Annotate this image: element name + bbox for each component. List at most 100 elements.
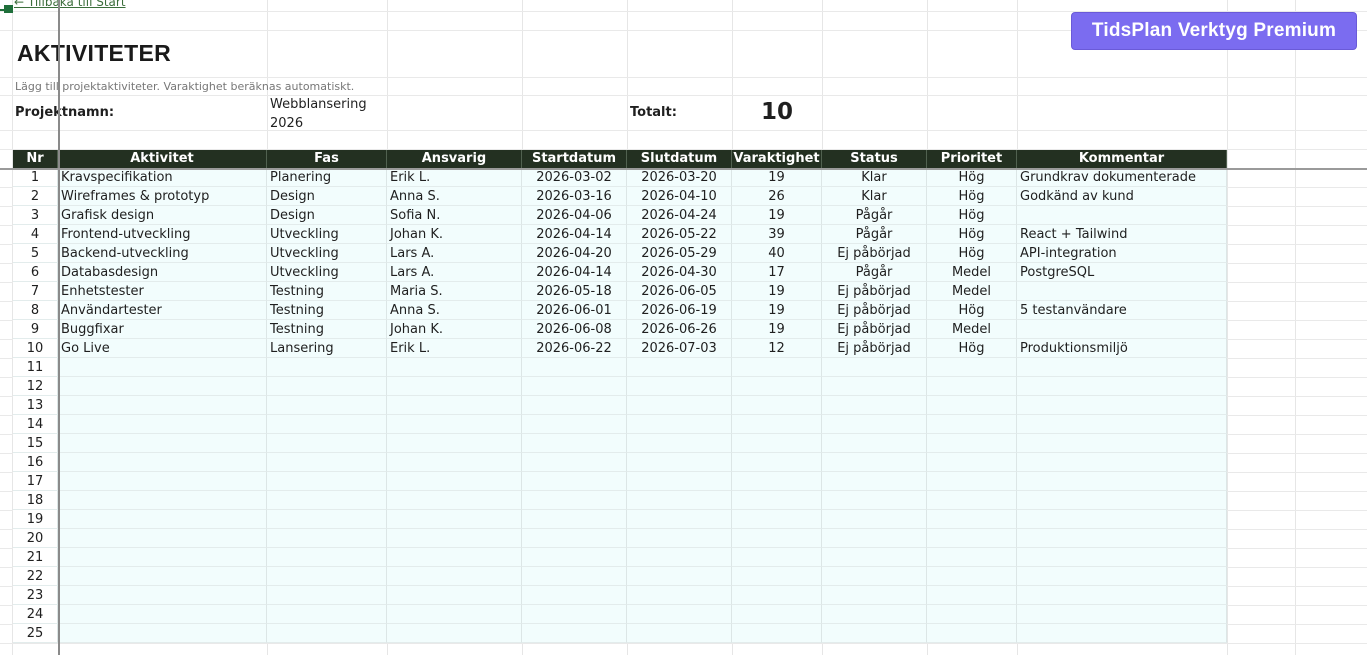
cell-aktivitet[interactable]: [58, 491, 267, 510]
cell-aktivitet[interactable]: [58, 529, 267, 548]
cell-prioritet[interactable]: Hög: [927, 206, 1017, 225]
cell-kommentar[interactable]: React + Tailwind: [1017, 225, 1227, 244]
cell-fas[interactable]: Design: [267, 206, 387, 225]
cell-prioritet[interactable]: [927, 548, 1017, 567]
cell-ansvarig[interactable]: [387, 434, 522, 453]
cell-aktivitet[interactable]: Enhetstester: [58, 282, 267, 301]
cell-ansvarig[interactable]: Erik L.: [387, 339, 522, 358]
cell-fas[interactable]: [267, 415, 387, 434]
cell-startdatum[interactable]: 2026-03-02: [522, 168, 627, 187]
cell-varaktighet[interactable]: [732, 567, 822, 586]
cell-kommentar[interactable]: Produktionsmiljö: [1017, 339, 1227, 358]
cell-slutdatum[interactable]: 2026-04-10: [627, 187, 732, 206]
cell-nr[interactable]: 17: [13, 472, 58, 491]
cell-kommentar[interactable]: [1017, 320, 1227, 339]
column-header-status[interactable]: Status: [822, 150, 927, 168]
cell-varaktighet[interactable]: 19: [732, 282, 822, 301]
cell-ansvarig[interactable]: [387, 453, 522, 472]
cell-nr[interactable]: 22: [13, 567, 58, 586]
cell-kommentar[interactable]: PostgreSQL: [1017, 263, 1227, 282]
cell-status[interactable]: [822, 415, 927, 434]
cell-fas[interactable]: [267, 510, 387, 529]
cell-slutdatum[interactable]: 2026-06-05: [627, 282, 732, 301]
cell-aktivitet[interactable]: Frontend-utveckling: [58, 225, 267, 244]
cell-aktivitet[interactable]: [58, 624, 267, 643]
cell-status[interactable]: [822, 396, 927, 415]
cell-slutdatum[interactable]: [627, 548, 732, 567]
cell-prioritet[interactable]: [927, 396, 1017, 415]
cell-fas[interactable]: Testning: [267, 301, 387, 320]
cell-prioritet[interactable]: [927, 377, 1017, 396]
cell-aktivitet[interactable]: [58, 567, 267, 586]
cell-status[interactable]: Pågår: [822, 225, 927, 244]
cell-nr[interactable]: 16: [13, 453, 58, 472]
cell-ansvarig[interactable]: [387, 358, 522, 377]
cell-prioritet[interactable]: Medel: [927, 320, 1017, 339]
cell-prioritet[interactable]: [927, 510, 1017, 529]
cell-aktivitet[interactable]: Databasdesign: [58, 263, 267, 282]
cell-nr[interactable]: 6: [13, 263, 58, 282]
cell-fas[interactable]: [267, 434, 387, 453]
cell-kommentar[interactable]: [1017, 510, 1227, 529]
cell-kommentar[interactable]: API-integration: [1017, 244, 1227, 263]
cell-varaktighet[interactable]: [732, 529, 822, 548]
cell-ansvarig[interactable]: Sofia N.: [387, 206, 522, 225]
cell-prioritet[interactable]: Medel: [927, 263, 1017, 282]
column-header-startdatum[interactable]: Startdatum: [522, 150, 627, 168]
cell-prioritet[interactable]: [927, 453, 1017, 472]
cell-prioritet[interactable]: [927, 567, 1017, 586]
cell-status[interactable]: [822, 586, 927, 605]
cell-ansvarig[interactable]: Johan K.: [387, 225, 522, 244]
cell-slutdatum[interactable]: [627, 472, 732, 491]
cell-slutdatum[interactable]: [627, 358, 732, 377]
cell-status[interactable]: [822, 358, 927, 377]
cell-varaktighet[interactable]: 19: [732, 168, 822, 187]
cell-slutdatum[interactable]: [627, 377, 732, 396]
cell-startdatum[interactable]: [522, 510, 627, 529]
cell-varaktighet[interactable]: 12: [732, 339, 822, 358]
cell-kommentar[interactable]: Grundkrav dokumenterade: [1017, 168, 1227, 187]
column-header-aktivitet[interactable]: Aktivitet: [58, 150, 267, 168]
cell-prioritet[interactable]: Medel: [927, 282, 1017, 301]
cell-status[interactable]: [822, 605, 927, 624]
premium-button[interactable]: TidsPlan Verktyg Premium: [1071, 12, 1357, 50]
cell-aktivitet[interactable]: [58, 472, 267, 491]
cell-startdatum[interactable]: [522, 491, 627, 510]
cell-ansvarig[interactable]: [387, 396, 522, 415]
cell-ansvarig[interactable]: [387, 548, 522, 567]
cell-aktivitet[interactable]: [58, 434, 267, 453]
cell-fas[interactable]: Testning: [267, 282, 387, 301]
cell-prioritet[interactable]: [927, 624, 1017, 643]
cell-kommentar[interactable]: [1017, 453, 1227, 472]
cell-kommentar[interactable]: [1017, 548, 1227, 567]
cell-nr[interactable]: 25: [13, 624, 58, 643]
cell-kommentar[interactable]: [1017, 206, 1227, 225]
cell-ansvarig[interactable]: [387, 472, 522, 491]
cell-nr[interactable]: 4: [13, 225, 58, 244]
cell-startdatum[interactable]: [522, 377, 627, 396]
cell-startdatum[interactable]: [522, 624, 627, 643]
cell-kommentar[interactable]: [1017, 586, 1227, 605]
cell-nr[interactable]: 10: [13, 339, 58, 358]
cell-slutdatum[interactable]: [627, 605, 732, 624]
cell-status[interactable]: [822, 548, 927, 567]
cell-varaktighet[interactable]: 19: [732, 301, 822, 320]
cell-ansvarig[interactable]: Erik L.: [387, 168, 522, 187]
cell-prioritet[interactable]: [927, 529, 1017, 548]
cell-prioritet[interactable]: [927, 605, 1017, 624]
cell-kommentar[interactable]: [1017, 529, 1227, 548]
cell-fas[interactable]: Planering: [267, 168, 387, 187]
column-header-nr[interactable]: Nr: [13, 150, 58, 168]
cell-status[interactable]: Ej påbörjad: [822, 339, 927, 358]
project-name-value[interactable]: Webblansering 2026: [270, 95, 385, 133]
cell-status[interactable]: [822, 434, 927, 453]
cell-kommentar[interactable]: [1017, 415, 1227, 434]
cell-nr[interactable]: 1: [13, 168, 58, 187]
cell-varaktighet[interactable]: [732, 377, 822, 396]
cell-aktivitet[interactable]: [58, 586, 267, 605]
cell-slutdatum[interactable]: 2026-04-30: [627, 263, 732, 282]
cell-ansvarig[interactable]: Lars A.: [387, 263, 522, 282]
cell-ansvarig[interactable]: Johan K.: [387, 320, 522, 339]
cell-startdatum[interactable]: [522, 453, 627, 472]
cell-varaktighet[interactable]: [732, 434, 822, 453]
